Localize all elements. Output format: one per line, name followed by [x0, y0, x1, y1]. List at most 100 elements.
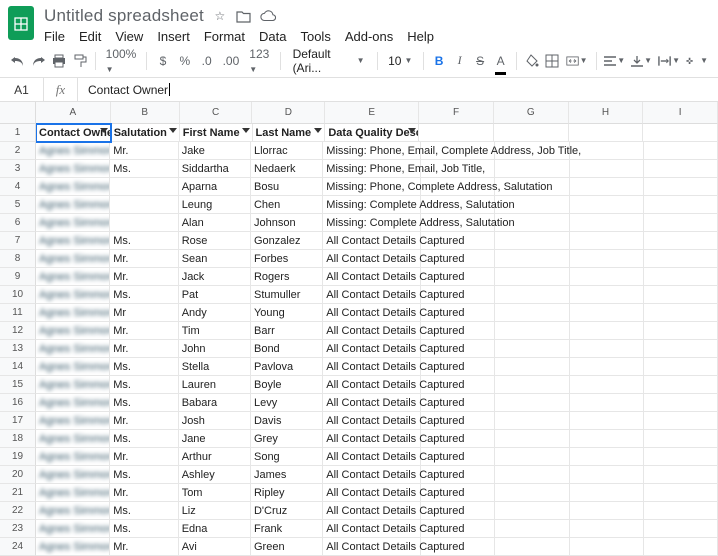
cell[interactable]: [421, 520, 495, 538]
cell[interactable]: Tom: [179, 484, 251, 502]
cell[interactable]: [644, 394, 718, 412]
cell[interactable]: Lauren: [179, 376, 251, 394]
cell[interactable]: Mr.: [110, 448, 179, 466]
cell[interactable]: All Contact Details Captured: [323, 466, 421, 484]
filter-icon[interactable]: [242, 128, 250, 133]
cell[interactable]: Agnes Simmons: [36, 376, 110, 394]
cell[interactable]: [643, 124, 718, 142]
cell[interactable]: Ms.: [110, 520, 179, 538]
cell[interactable]: Bond: [251, 340, 323, 358]
cell[interactable]: Green: [251, 538, 323, 556]
row-header[interactable]: 6: [0, 214, 36, 232]
cell[interactable]: [570, 268, 644, 286]
more-formats[interactable]: 123 ▼: [247, 47, 272, 75]
cell[interactable]: Agnes Simmons: [36, 286, 110, 304]
cell[interactable]: Missing: Phone, Complete Address, Saluta…: [323, 178, 421, 196]
cell[interactable]: Levy: [251, 394, 323, 412]
cell[interactable]: [644, 178, 718, 196]
bold-button[interactable]: B: [432, 49, 447, 73]
col-header-H[interactable]: H: [569, 102, 644, 124]
cell[interactable]: [570, 304, 644, 322]
menu-help[interactable]: Help: [407, 29, 434, 44]
cell[interactable]: First Name: [180, 124, 253, 142]
cell[interactable]: Leung: [179, 196, 251, 214]
cell[interactable]: [570, 340, 644, 358]
cell[interactable]: All Contact Details Captured: [323, 376, 421, 394]
cell[interactable]: All Contact Details Captured: [323, 394, 421, 412]
cell[interactable]: Missing: Complete Address, Salutation: [323, 214, 421, 232]
cell[interactable]: Agnes Simmons: [36, 430, 110, 448]
cell[interactable]: Frank: [251, 520, 323, 538]
cell[interactable]: [570, 484, 644, 502]
cell[interactable]: Salutation: [111, 124, 180, 142]
cell[interactable]: Mr.: [110, 322, 179, 340]
cell[interactable]: Johnson: [251, 214, 323, 232]
cell[interactable]: [644, 376, 718, 394]
menu-insert[interactable]: Insert: [157, 29, 190, 44]
cell[interactable]: Sean: [179, 250, 251, 268]
text-color-button[interactable]: A: [493, 49, 508, 73]
row-header[interactable]: 24: [0, 538, 36, 556]
filter-icon[interactable]: [408, 128, 416, 133]
row-header[interactable]: 9: [0, 268, 36, 286]
cell[interactable]: Mr.: [110, 538, 179, 556]
cell[interactable]: Agnes Simmons: [36, 178, 110, 196]
cell[interactable]: [419, 124, 494, 142]
cell[interactable]: Agnes Simmons: [36, 340, 110, 358]
cell[interactable]: All Contact Details Captured: [323, 358, 421, 376]
cell[interactable]: Mr.: [110, 412, 179, 430]
cell[interactable]: [644, 520, 718, 538]
menu-view[interactable]: View: [115, 29, 143, 44]
cell[interactable]: [644, 430, 718, 448]
row-header[interactable]: 17: [0, 412, 36, 430]
cell[interactable]: Mr.: [110, 250, 179, 268]
cell[interactable]: Agnes Simmons: [36, 412, 110, 430]
cell[interactable]: [644, 304, 718, 322]
cell[interactable]: [570, 502, 644, 520]
cell[interactable]: [570, 160, 644, 178]
cell[interactable]: [644, 358, 718, 376]
cell[interactable]: Ms.: [110, 430, 179, 448]
col-header-I[interactable]: I: [643, 102, 718, 124]
col-header-B[interactable]: B: [111, 102, 180, 124]
cell[interactable]: Llorrac: [251, 142, 323, 160]
cell[interactable]: [570, 466, 644, 484]
v-align-icon[interactable]: ▼: [631, 49, 652, 73]
cell[interactable]: [494, 124, 569, 142]
cell[interactable]: [495, 412, 569, 430]
cell[interactable]: All Contact Details Captured: [323, 268, 421, 286]
col-header-G[interactable]: G: [494, 102, 569, 124]
row-header[interactable]: 10: [0, 286, 36, 304]
paint-format-icon[interactable]: [73, 49, 88, 73]
cell[interactable]: [495, 268, 569, 286]
row-header[interactable]: 21: [0, 484, 36, 502]
cell[interactable]: [570, 196, 644, 214]
cell[interactable]: Babara: [179, 394, 251, 412]
cell[interactable]: [421, 538, 495, 556]
decrease-decimal[interactable]: .0: [199, 49, 215, 73]
cell[interactable]: Arthur: [179, 448, 251, 466]
cell[interactable]: [570, 412, 644, 430]
cell[interactable]: Boyle: [251, 376, 323, 394]
cell[interactable]: Barr: [251, 322, 323, 340]
cell[interactable]: Ashley: [179, 466, 251, 484]
cell[interactable]: D'Cruz: [251, 502, 323, 520]
cell[interactable]: [644, 232, 718, 250]
cell[interactable]: [495, 340, 569, 358]
cell[interactable]: Agnes Simmons: [36, 394, 110, 412]
menu-edit[interactable]: Edit: [79, 29, 101, 44]
row-header[interactable]: 23: [0, 520, 36, 538]
cell[interactable]: Missing: Complete Address, Salutation: [323, 196, 421, 214]
font-size-select[interactable]: 10 ▼: [385, 54, 415, 68]
cell[interactable]: [570, 376, 644, 394]
cell[interactable]: Ms.: [110, 502, 179, 520]
cell[interactable]: [644, 142, 718, 160]
sheets-logo-icon[interactable]: [8, 6, 34, 40]
row-header[interactable]: 4: [0, 178, 36, 196]
cell[interactable]: [570, 448, 644, 466]
menu-addons[interactable]: Add-ons: [345, 29, 393, 44]
cell[interactable]: [495, 376, 569, 394]
cell[interactable]: Ripley: [251, 484, 323, 502]
cloud-status-icon[interactable]: [260, 8, 276, 24]
cell[interactable]: [644, 466, 718, 484]
